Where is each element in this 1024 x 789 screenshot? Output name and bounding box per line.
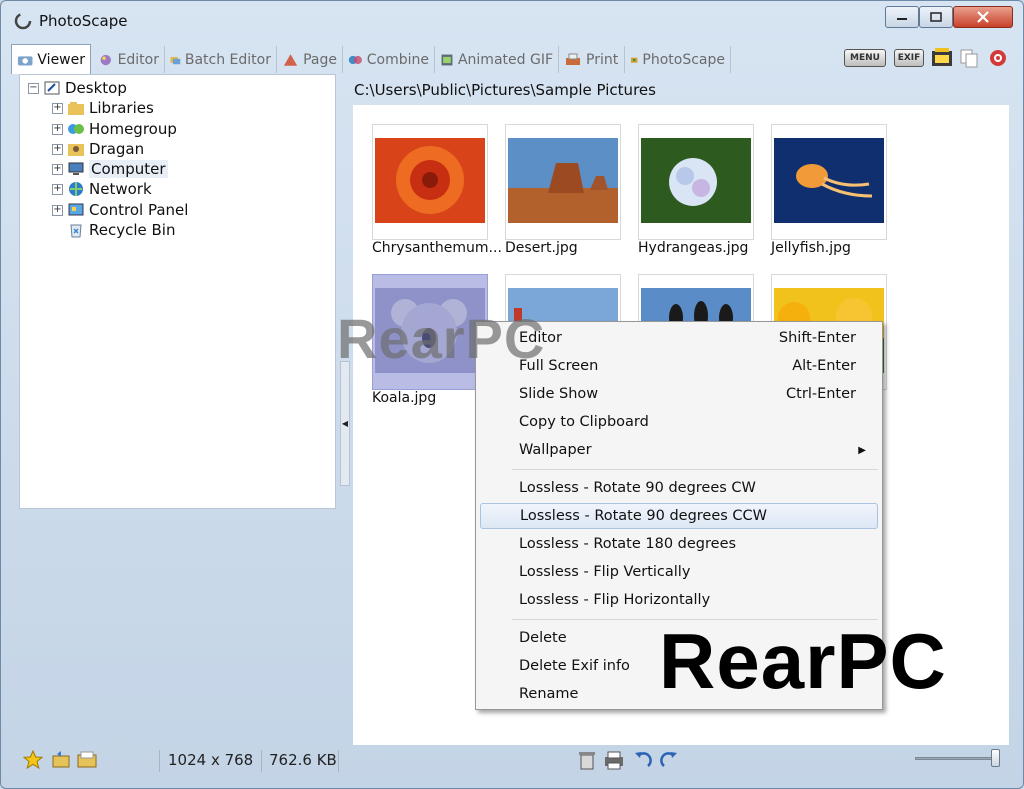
- tree-node-network[interactable]: + Network: [52, 179, 152, 199]
- panel-collapse-toggle[interactable]: ◀: [340, 361, 350, 486]
- zoom-slider[interactable]: [913, 748, 1003, 768]
- maximize-icon: [930, 12, 942, 22]
- expand-toggle-icon[interactable]: +: [52, 204, 63, 216]
- expand-toggle-icon[interactable]: +: [52, 102, 63, 114]
- tab-print[interactable]: Print: [559, 46, 625, 73]
- homegroup-icon: [68, 124, 84, 134]
- menu-separator: [512, 469, 878, 470]
- thumbnail-image: [774, 138, 884, 223]
- menu-item-copy-to-clipboard[interactable]: Copy to Clipboard: [480, 409, 878, 435]
- thumbnail-hydrangeas[interactable]: [638, 124, 754, 240]
- batch-editor-icon: [170, 56, 181, 64]
- expand-toggle-icon[interactable]: +: [52, 143, 63, 155]
- image-dimensions: 1024 x 768: [168, 751, 254, 769]
- current-path: C:\Users\Public\Pictures\Sample Pictures: [354, 81, 656, 99]
- thumbnail-chrysanthemum[interactable]: [372, 124, 488, 240]
- print-icon: [566, 53, 580, 65]
- tree-node-desktop[interactable]: − Desktop: [28, 78, 127, 98]
- minimize-icon: [897, 18, 907, 20]
- tab-batch-editor[interactable]: Batch Editor: [165, 46, 277, 73]
- tab-viewer[interactable]: Viewer: [11, 44, 91, 74]
- tree-node-computer[interactable]: + Computer: [52, 159, 168, 179]
- thumbnail-image: [641, 138, 751, 223]
- watermark-black: RearPC: [659, 617, 947, 705]
- thumbnail-desert[interactable]: [505, 124, 621, 240]
- desktop-icon: [44, 81, 60, 95]
- app-window: PhotoScape Viewer Editor Batch Editor Pa…: [0, 0, 1024, 789]
- collapse-toggle-icon[interactable]: −: [28, 82, 39, 94]
- slideshow-icon[interactable]: [931, 47, 953, 67]
- editor-icon: [100, 54, 111, 65]
- thumbnail-label: Koala.jpg: [372, 390, 437, 406]
- tab-combine[interactable]: Combine: [343, 46, 435, 73]
- refresh-folder-icon[interactable]: [51, 750, 71, 770]
- photoscape-logo-icon: [14, 12, 32, 30]
- network-icon: [69, 182, 83, 196]
- tab-editor[interactable]: Editor: [93, 46, 165, 73]
- viewer-icon: [17, 55, 33, 65]
- chevron-left-icon: ◀: [341, 419, 349, 428]
- expand-toggle-icon[interactable]: +: [52, 163, 63, 175]
- status-bar: 1024 x 768 762.6 KB: [11, 746, 1015, 776]
- user-folder-icon: [68, 144, 84, 156]
- tree-node-dragan[interactable]: + Dragan: [52, 139, 144, 159]
- menu-item-rotate-cw[interactable]: Lossless - Rotate 90 degrees CW: [480, 475, 878, 501]
- tree-node-libraries[interactable]: + Libraries: [52, 98, 154, 118]
- tab-photoscape[interactable]: PhotoScape: [625, 46, 731, 73]
- thumbnail-label: Jellyfish.jpg: [771, 240, 851, 256]
- close-icon: [977, 11, 989, 23]
- tree-node-control-panel[interactable]: + Control Panel: [52, 200, 188, 220]
- help-icon[interactable]: [988, 48, 1008, 68]
- printer-icon[interactable]: [603, 749, 625, 771]
- exif-button[interactable]: EXIF: [894, 49, 924, 67]
- thumbnail-label: Chrysanthemum...: [372, 240, 502, 256]
- menu-item-flip-horizontal[interactable]: Lossless - Flip Horizontally: [480, 587, 878, 613]
- thumbnail-image: [375, 138, 485, 223]
- maximize-button[interactable]: [919, 6, 953, 28]
- recycle-bin-icon: [70, 224, 82, 238]
- star-icon[interactable]: [23, 750, 43, 770]
- close-button[interactable]: [953, 6, 1013, 28]
- status-separator: [338, 750, 339, 772]
- combine-icon: [348, 55, 362, 64]
- trash-icon[interactable]: [577, 749, 597, 771]
- tree-node-homegroup[interactable]: + Homegroup: [52, 119, 177, 139]
- file-size: 762.6 KB: [269, 751, 337, 769]
- slider-thumb[interactable]: [991, 749, 1000, 767]
- watermark-gray: RearPC: [337, 307, 546, 370]
- folder-tree-panel: − Desktop + Libraries + Homegroup + Drag…: [19, 74, 336, 509]
- animated-gif-icon: [441, 54, 453, 65]
- thumbnail-image: [508, 138, 618, 223]
- tab-page[interactable]: Page: [277, 46, 343, 73]
- rotate-left-icon[interactable]: [633, 749, 653, 771]
- menu-button[interactable]: MENU: [844, 49, 886, 67]
- title-bar: PhotoScape: [1, 1, 1023, 39]
- menu-item-rotate-180[interactable]: Lossless - Rotate 180 degrees: [480, 531, 878, 557]
- computer-icon: [68, 162, 84, 175]
- thumbnail-label: Desert.jpg: [505, 240, 578, 256]
- tree-node-recycle-bin[interactable]: Recycle Bin: [67, 220, 175, 240]
- libraries-icon: [68, 102, 84, 115]
- expand-toggle-icon[interactable]: +: [52, 123, 63, 135]
- submenu-arrow-icon: ▶: [858, 444, 866, 456]
- open-folder-icon[interactable]: [77, 750, 99, 770]
- menu-item-slide-show[interactable]: Slide Show Ctrl-Enter: [480, 381, 878, 407]
- tab-animated-gif[interactable]: Animated GIF: [435, 46, 559, 73]
- menu-item-rotate-ccw[interactable]: Lossless - Rotate 90 degrees CCW: [480, 503, 878, 529]
- thumbnail-label: Hydrangeas.jpg: [638, 240, 749, 256]
- rotate-right-icon[interactable]: [659, 749, 679, 771]
- thumbnail-jellyfish[interactable]: [771, 124, 887, 240]
- slider-track: [915, 757, 995, 760]
- status-separator: [159, 750, 160, 772]
- expand-toggle-icon[interactable]: +: [52, 183, 63, 195]
- menu-item-wallpaper[interactable]: Wallpaper ▶: [480, 437, 878, 463]
- minimize-button[interactable]: [885, 6, 919, 28]
- control-panel-icon: [68, 203, 84, 216]
- photoscape-icon: [630, 57, 638, 63]
- window-title: PhotoScape: [39, 12, 128, 30]
- status-separator: [261, 750, 262, 772]
- page-icon: [283, 53, 298, 66]
- copy-icon[interactable]: [959, 48, 979, 68]
- menu-item-flip-vertical[interactable]: Lossless - Flip Vertically: [480, 559, 878, 585]
